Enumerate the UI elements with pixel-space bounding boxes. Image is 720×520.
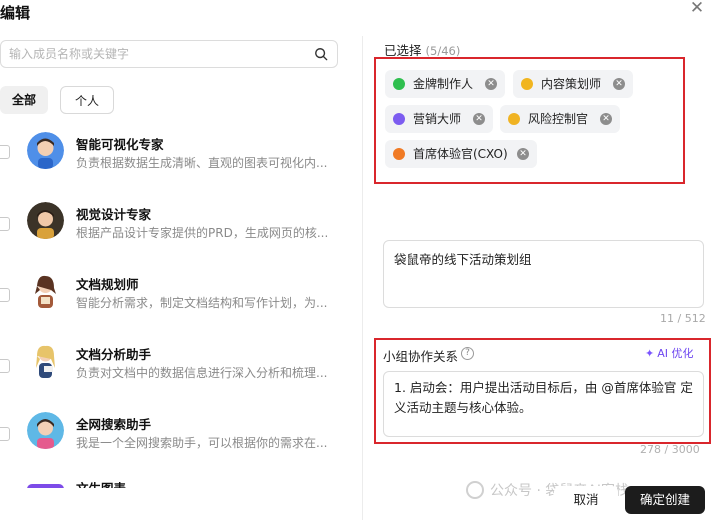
avatar <box>27 484 64 488</box>
group-name-field[interactable]: 袋鼠帝的线下活动策划组 <box>383 240 704 308</box>
member-name: 视觉设计专家 <box>76 207 152 222</box>
member-checkbox[interactable] <box>0 217 10 231</box>
avatar <box>27 202 64 239</box>
selected-chip[interactable]: 内容策划师 ✕ <box>513 70 633 98</box>
agent-icon <box>521 78 533 90</box>
list-item[interactable]: 文档规划师 智能分析需求，制定文档结构和写作计划，为... <box>0 266 352 336</box>
collab-count: 278 / 3000 <box>640 443 700 456</box>
cancel-button[interactable]: 取消 <box>554 486 618 514</box>
confirm-create-button[interactable]: 确定创建 <box>625 486 705 514</box>
member-name: 文档分析助手 <box>76 347 152 362</box>
member-list: 智能可视化专家 负责根据数据生成清晰、直观的图表可视化内... 视觉设计专家 根… <box>0 126 352 488</box>
remove-icon[interactable]: ✕ <box>473 113 485 125</box>
remove-icon[interactable]: ✕ <box>600 113 612 125</box>
selected-count: (5/46) <box>425 44 461 58</box>
avatar <box>27 412 64 449</box>
list-item[interactable]: 文档分析助手 负责对文档中的数据信息进行深入分析和梳理... <box>0 336 352 406</box>
edit-dialog: 编辑 ✕ 全部 个人 智能可视化专家 负责根据数据生成清晰、直观的图表可视化内.… <box>0 0 720 520</box>
member-checkbox[interactable] <box>0 288 10 302</box>
remove-icon[interactable]: ✕ <box>485 78 497 90</box>
selected-chip[interactable]: 营销大师 ✕ <box>385 105 493 133</box>
search-box <box>0 40 338 68</box>
agent-icon <box>393 78 405 90</box>
chip-label: 内容策划师 <box>541 77 602 91</box>
agent-icon <box>508 113 520 125</box>
search-icon[interactable] <box>314 47 328 61</box>
chip-label: 首席体验官(CXO) <box>413 147 508 161</box>
tab-all[interactable]: 全部 <box>0 86 48 114</box>
wechat-logo-icon <box>466 481 484 499</box>
chip-label: 营销大师 <box>413 112 462 126</box>
member-desc: 根据产品设计专家提供的PRD，生成网页的核... <box>76 226 329 240</box>
member-name: 文档规划师 <box>76 277 139 292</box>
selected-chip[interactable]: 风险控制官 ✕ <box>500 105 620 133</box>
avatar <box>27 272 64 309</box>
tab-personal[interactable]: 个人 <box>60 86 114 114</box>
member-checkbox[interactable] <box>0 145 10 159</box>
member-desc: 智能分析需求，制定文档结构和写作计划，为... <box>76 296 328 310</box>
collab-field[interactable]: 1. 启动会：用户提出活动目标后，由 @首席体验官 定义活动主题与核心体验。 <box>383 371 704 437</box>
list-item[interactable]: 全网搜索助手 我是一个全网搜索助手，可以根据你的需求在... <box>0 406 352 476</box>
selected-chip[interactable]: 首席体验官(CXO) ✕ <box>385 140 537 168</box>
collab-label: 小组协作关系 <box>383 349 459 364</box>
ai-optimize-button[interactable]: ✦ AI 优化 <box>645 345 693 363</box>
member-checkbox[interactable] <box>0 359 10 373</box>
sparkle-icon: ✦ <box>645 347 655 360</box>
member-name: 智能可视化专家 <box>76 137 164 152</box>
list-item[interactable]: 视觉设计专家 根据产品设计专家提供的PRD，生成网页的核... <box>0 196 352 266</box>
member-desc: 负责对文档中的数据信息进行深入分析和梳理... <box>76 366 328 380</box>
member-checkbox[interactable] <box>0 427 10 441</box>
help-icon[interactable]: ? <box>461 347 474 360</box>
remove-icon[interactable]: ✕ <box>613 78 625 90</box>
group-name-count: 11 / 512 <box>660 312 706 325</box>
member-desc: 负责根据数据生成清晰、直观的图表可视化内... <box>76 156 328 170</box>
search-input[interactable] <box>1 41 301 67</box>
chip-label: 风险控制官 <box>528 112 589 126</box>
dialog-title: 编辑 <box>0 4 31 22</box>
avatar <box>27 132 64 169</box>
close-icon[interactable]: ✕ <box>688 0 706 18</box>
avatar <box>27 342 64 379</box>
member-desc: 我是一个全网搜索助手，可以根据你的需求在... <box>76 436 328 450</box>
list-item[interactable]: 文生图表 <box>0 476 352 488</box>
remove-icon[interactable]: ✕ <box>517 148 529 160</box>
chip-label: 金牌制作人 <box>413 77 474 91</box>
member-name: 全网搜索助手 <box>76 417 152 432</box>
agent-icon <box>393 113 405 125</box>
agent-icon <box>393 148 405 160</box>
member-name: 文生图表 <box>76 478 126 488</box>
selected-chip[interactable]: 金牌制作人 ✕ <box>385 70 505 98</box>
list-item[interactable]: 智能可视化专家 负责根据数据生成清晰、直观的图表可视化内... <box>0 126 352 196</box>
column-divider <box>362 36 363 520</box>
